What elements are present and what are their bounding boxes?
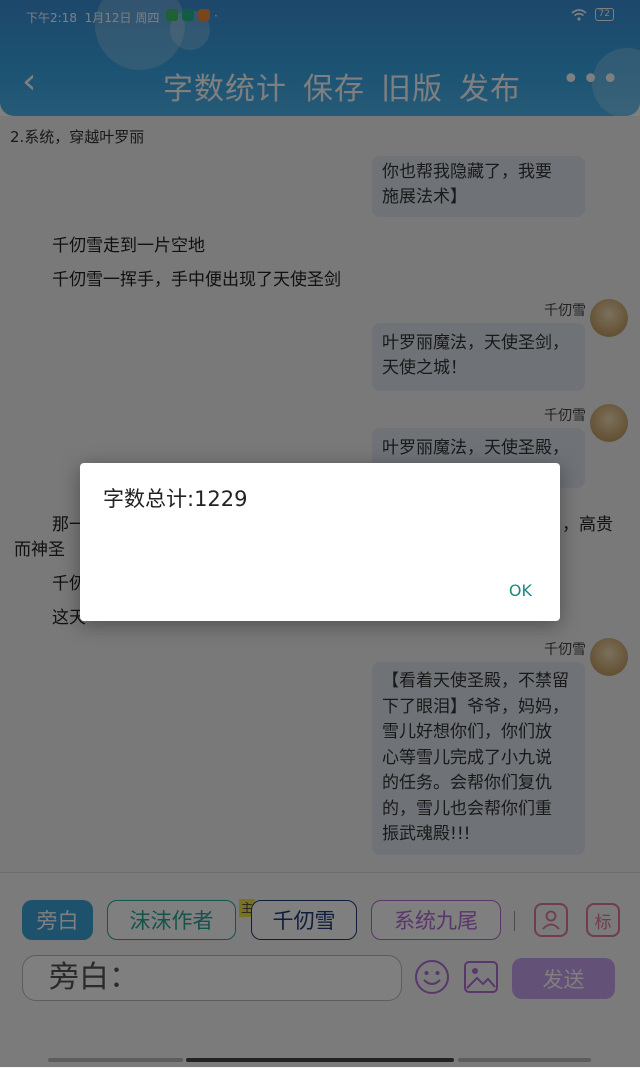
ok-button[interactable]: OK [509, 581, 532, 600]
word-count-dialog: 字数总计:1229 OK [80, 463, 560, 621]
dialog-message: 字数总计:1229 [103, 487, 248, 511]
